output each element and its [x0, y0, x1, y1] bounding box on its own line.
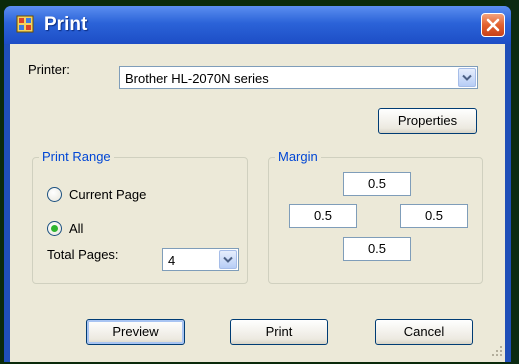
window-title: Print — [44, 14, 88, 35]
title-bar[interactable]: Print — [4, 6, 511, 44]
cancel-button[interactable]: Cancel — [375, 319, 473, 345]
total-pages-select[interactable]: 4 — [162, 248, 239, 271]
margin-top-input[interactable]: 0.5 — [343, 172, 411, 196]
all-label: All — [69, 221, 84, 236]
total-pages-dropdown-button[interactable] — [219, 250, 237, 269]
margin-right-input[interactable]: 0.5 — [400, 204, 468, 228]
printer-selected-value: Brother HL-2070N series — [125, 71, 269, 86]
print-button[interactable]: Print — [230, 319, 328, 345]
preview-button[interactable]: Preview — [86, 319, 185, 345]
margin-left-input[interactable]: 0.5 — [289, 204, 357, 228]
margin-title: Margin — [275, 149, 321, 164]
all-radio[interactable] — [47, 221, 62, 236]
margin-bottom-input[interactable]: 0.5 — [343, 237, 411, 261]
close-icon — [486, 18, 500, 32]
current-page-label: Current Page — [69, 187, 147, 202]
dialog-body: Printer: Brother HL-2070N series Propert… — [10, 44, 505, 362]
total-pages-value: 4 — [168, 253, 176, 268]
print-dialog: Print Printer: Brother HL-2070N series P… — [4, 6, 511, 362]
properties-button[interactable]: Properties — [378, 108, 477, 134]
print-range-title: Print Range — [39, 149, 114, 164]
total-pages-label: Total Pages: — [47, 247, 119, 262]
resize-grip-icon[interactable] — [491, 345, 503, 360]
printer-dropdown-button[interactable] — [458, 68, 476, 87]
chevron-down-icon — [223, 256, 233, 263]
current-page-radio[interactable] — [47, 187, 62, 202]
chevron-down-icon — [462, 74, 472, 81]
print-dialog-icon — [16, 15, 34, 33]
printer-label: Printer: — [28, 62, 70, 77]
printer-select[interactable]: Brother HL-2070N series — [119, 66, 478, 89]
close-button[interactable] — [481, 13, 505, 37]
